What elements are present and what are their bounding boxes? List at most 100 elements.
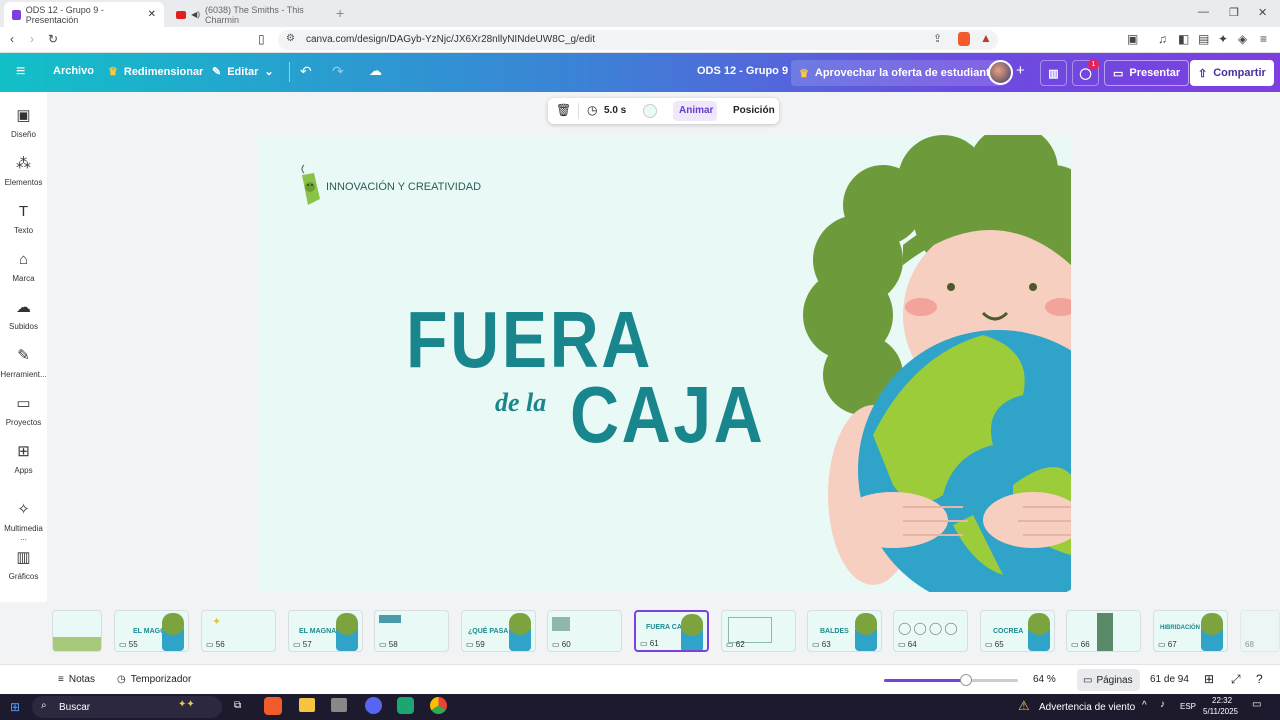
paginas-button[interactable]: ▭ Páginas [1077,669,1140,691]
close-window-icon[interactable]: ✕ [1258,6,1267,19]
rail-item-multimedia[interactable]: ✧ Multimedia ... [0,501,47,543]
app-icon-green[interactable] [397,697,414,714]
forward-icon[interactable]: › [30,32,34,46]
student-offer-button[interactable]: ♛ Aprovechar la oferta de estudiante [791,60,1004,86]
media-icon[interactable]: ♫ [1158,32,1167,46]
presentar-button[interactable]: ▭ Presentar [1104,60,1190,86]
compartir-button[interactable]: ⇧ Compartir [1190,60,1274,86]
tab-youtube[interactable]: ◀) (6038) The Smiths - This Charmin [168,2,338,27]
vpn-icon[interactable]: ◈ [1238,32,1247,46]
rail-item-marca[interactable]: ⌂ Marca [0,252,47,284]
page-counter[interactable]: 61 de 94 [1150,674,1189,685]
bookmark-icon[interactable]: ▯ [258,32,265,46]
temporizador-button[interactable]: ◷ Temporizador [117,674,191,685]
language-indicator[interactable]: ESP [1180,702,1196,711]
undo-icon[interactable]: ↶ [300,63,312,80]
trash-icon[interactable]: 🗑 [556,103,571,117]
page-thumbnail-68[interactable]: 68 [1240,610,1280,652]
insights-icon[interactable]: ▥ [1040,60,1067,86]
rail-item-texto[interactable]: T Texto [0,204,47,236]
page-thumbnail-67[interactable]: HIBRIDACIÓN ▭ 67 [1153,610,1228,652]
kid-hugging-earth-illustration[interactable] [803,135,1071,592]
tray-chevron-icon[interactable]: ^ [1142,700,1147,711]
brave-taskbar-icon[interactable] [264,697,282,715]
weather-label[interactable]: Advertencia de viento [1039,702,1135,713]
add-collaborator-icon[interactable]: + [1016,62,1025,79]
magic-media-icon: ✧ [17,501,30,518]
rail-item-proyectos[interactable]: ▭ Proyectos [0,396,47,428]
rail-item-elementos[interactable]: ⁂ Elementos [0,156,47,188]
cloud-saved-icon[interactable]: ☁ [369,63,382,79]
page-thumbnail-58[interactable]: ▭ 58 [374,610,449,652]
leo-ai-icon[interactable]: ✦ [1218,32,1228,46]
archivo-menu[interactable]: Archivo [53,65,94,77]
slide-tag[interactable]: INNOVACIÓN Y CREATIVIDAD [326,181,481,193]
rail-item-apps[interactable]: ⊞ Apps [0,444,47,476]
slide-title-de-la[interactable]: de la [495,388,546,418]
help-icon[interactable]: ? [1256,672,1263,686]
rail-item-subidos[interactable]: ☁ Subidos [0,300,47,332]
page-thumbnail-63[interactable]: BALDES ▭ 63 [807,610,882,652]
zoom-slider[interactable] [884,674,1018,686]
page-thumbnail-57[interactable]: EL MAGNATE ▭ 57 [288,610,363,652]
reload-icon[interactable]: ↻ [48,32,58,46]
page-thumbnail-66[interactable]: ▭ 66 [1066,610,1141,652]
clock-time[interactable]: 22:32 [1212,696,1232,705]
clock-date[interactable]: 5/11/2025 [1203,707,1238,716]
site-info-icon[interactable]: ⚙ [286,33,295,44]
task-view-icon[interactable]: ⧉ [234,700,241,711]
taskbar-search[interactable]: ⌕ Buscar ✦✦ [32,696,222,718]
microphone-icon[interactable]: ♪ [1160,699,1165,710]
page-thumbnail-60[interactable]: ▭ 60 [547,610,622,652]
tab-canva[interactable]: ODS 12 - Grupo 9 - Presentación ✕ [4,2,164,27]
menu-icon[interactable]: ≡ [1260,32,1267,46]
discord-icon[interactable] [365,697,382,714]
screenshot-icon[interactable]: ▣ [1127,32,1138,46]
restore-icon[interactable]: ❐ [1229,6,1239,19]
notas-button[interactable]: ≡ Notas [58,674,95,685]
share-icon[interactable]: ⇪ [933,32,942,45]
redimensionar-button[interactable]: ♛ Redimensionar [108,65,203,79]
background-color-swatch[interactable] [643,104,657,118]
windows-start-icon[interactable]: ⊞ [10,700,20,714]
url-field[interactable]: ⚙ canva.com/design/DAGyb-YzNjc/JX6Xr28nl… [278,30,998,50]
chrome-icon[interactable] [430,697,447,714]
page-thumbnail-65[interactable]: COCREA ▭ 65 [980,610,1055,652]
file-explorer-icon[interactable] [299,698,315,712]
zoom-value[interactable]: 64 % [1033,674,1056,685]
rail-item-herramientas[interactable]: ✎ Herramient... [0,348,47,380]
page-thumbnail-56[interactable]: ✦ ▭ 56 [201,610,276,652]
brave-rewards-icon[interactable]: ▲ [980,31,992,45]
duration-button[interactable]: 5.0 s [604,105,626,116]
animar-button[interactable]: Animar [679,105,713,116]
app-icon[interactable] [331,698,347,712]
notification-icon[interactable]: ▭ [1252,699,1261,710]
brave-shield-icon[interactable] [958,32,970,46]
slide-canvas[interactable]: INNOVACIÓN Y CREATIVIDAD FUERA de la CAJ… [258,135,1071,592]
slide-title-caja[interactable]: CAJA [570,375,765,455]
page-thumbnail-62[interactable]: ▭ 62 [721,610,796,652]
back-icon[interactable]: ‹ [10,32,14,46]
document-title[interactable]: ODS 12 - Grupo 9 [697,65,788,77]
avatar[interactable] [988,60,1013,85]
close-tab-icon[interactable]: ✕ [148,9,156,20]
sidebar-icon[interactable]: ◧ [1178,32,1189,46]
hamburger-menu-icon[interactable]: ≡ [16,63,25,81]
editar-dropdown[interactable]: ✎ Editar ⌄ [212,65,274,79]
page-thumbnail-59[interactable]: ¿QUÉ PASA SI? ▭ 59 [461,610,536,652]
rail-item-graficos[interactable]: ▥ Gráficos [0,550,47,582]
redo-icon[interactable]: ↷ [332,63,344,80]
grid-view-icon[interactable]: ⊞ [1204,672,1214,686]
posicion-button[interactable]: Posición [733,105,775,116]
page-thumbnail-55[interactable]: EL MAGO ▭ 55 [114,610,189,652]
minimize-icon[interactable]: — [1198,6,1209,18]
slide-title-fuera[interactable]: FUERA [406,300,653,380]
rail-item-diseno[interactable]: ▣ Diseño [0,108,47,140]
wallet-icon[interactable]: ▤ [1198,32,1209,46]
zoom-slider-handle[interactable] [959,674,972,686]
page-thumbnail-64[interactable]: ◯◯◯◯ ▭ 64 [893,610,968,652]
page-thumbnail[interactable] [52,610,102,652]
page-thumbnail-61-selected[interactable]: FUERA CAJA ▭ 61 [634,610,709,652]
fullscreen-icon[interactable]: ⤢ [1231,672,1241,687]
new-tab-icon[interactable]: + [336,5,344,21]
